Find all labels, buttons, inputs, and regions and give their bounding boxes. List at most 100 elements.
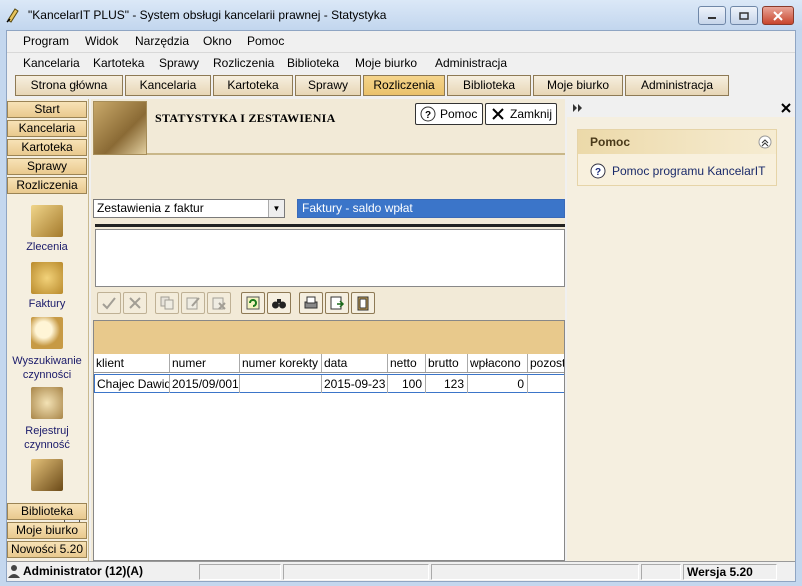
sidebar-button-sprawy[interactable]: Sprawy bbox=[7, 158, 87, 175]
help-panel-titlebar bbox=[567, 99, 795, 117]
maximize-button[interactable] bbox=[730, 6, 758, 25]
column-header-klient[interactable]: klient bbox=[94, 354, 170, 372]
close-window-button[interactable] bbox=[762, 6, 794, 25]
cancel-icon bbox=[129, 297, 141, 309]
edit-button[interactable] bbox=[181, 292, 205, 314]
tab-sprawy[interactable]: Sprawy bbox=[295, 75, 361, 96]
module-menu-kancelaria[interactable]: Kancelaria bbox=[23, 56, 80, 70]
binoculars-icon bbox=[272, 299, 286, 309]
search-button[interactable] bbox=[267, 292, 291, 314]
tab-kancelaria[interactable]: Kancelaria bbox=[125, 75, 211, 96]
copy-button[interactable] bbox=[155, 292, 179, 314]
cell-data: 2015-09-23 bbox=[322, 375, 388, 393]
table-row[interactable]: Chajec Dawid 2015/09/001 2015-09-23 100 … bbox=[94, 374, 564, 393]
help-program-link[interactable]: ? Pomoc programu KancelarIT bbox=[590, 162, 765, 180]
module-menu-rozliczenia[interactable]: Rozliczenia bbox=[213, 56, 274, 70]
delete-icon bbox=[212, 297, 226, 310]
ok-check-icon bbox=[102, 297, 116, 310]
app-logo-icon bbox=[6, 8, 19, 23]
report-description-area[interactable] bbox=[95, 229, 565, 287]
sidebar-item-label: Faktury bbox=[28, 298, 66, 310]
report-type-select[interactable]: Faktury - saldo wpłat bbox=[297, 199, 565, 218]
module-tabs: Strona główna Kancelaria Kartoteka Spraw… bbox=[7, 73, 795, 96]
restore-icon bbox=[739, 11, 749, 20]
sidebar-button-kancelaria[interactable]: Kancelaria bbox=[7, 120, 87, 137]
help-icon: ? bbox=[420, 106, 436, 122]
help-section-title: Pomoc bbox=[590, 135, 631, 149]
report-button[interactable] bbox=[351, 292, 375, 314]
help-button-label: Pomoc bbox=[440, 107, 478, 121]
menu-okno[interactable]: Okno bbox=[203, 34, 232, 48]
module-menu-kartoteka[interactable]: Kartoteka bbox=[93, 56, 144, 70]
status-cell bbox=[431, 564, 639, 580]
tab-kartoteka[interactable]: Kartoteka bbox=[213, 75, 293, 96]
minimize-button[interactable] bbox=[698, 6, 726, 25]
sidebar-button-nowosci[interactable]: Nowości 5.20 bbox=[7, 541, 87, 558]
cell-klient: Chajec Dawid bbox=[97, 375, 170, 393]
column-header-numer-korekty[interactable]: numer korekty bbox=[240, 354, 322, 372]
sidebar-item-label: Zlecenia bbox=[26, 241, 68, 253]
separator bbox=[95, 224, 565, 227]
svg-text:?: ? bbox=[595, 167, 601, 178]
status-user-text: Administrator (12)(A) bbox=[23, 564, 144, 578]
module-menu-sprawy[interactable]: Sprawy bbox=[159, 56, 199, 70]
book-icon[interactable] bbox=[31, 459, 63, 491]
grid-toolbar bbox=[93, 292, 565, 316]
help-icon: ? bbox=[590, 163, 606, 179]
results-table[interactable]: klient numer numer korekty data netto br… bbox=[93, 320, 565, 561]
column-header-pozostalo[interactable]: pozosta bbox=[528, 354, 564, 372]
column-header-brutto[interactable]: brutto bbox=[426, 354, 468, 372]
menu-pomoc[interactable]: Pomoc bbox=[247, 34, 284, 48]
table-header-row: klient numer numer korekty data netto br… bbox=[94, 354, 564, 373]
sidebar-button-start[interactable]: Start bbox=[7, 101, 87, 118]
export-icon bbox=[330, 296, 345, 310]
sidebar-button-biblioteka[interactable]: Biblioteka bbox=[7, 503, 87, 520]
fountain-pen-icon bbox=[31, 205, 63, 237]
sidebar-button-kartoteka[interactable]: Kartoteka bbox=[7, 139, 87, 156]
report-group-select[interactable]: Zestawienia z faktur ▼ bbox=[93, 199, 285, 218]
module-menu-biblioteka[interactable]: Biblioteka bbox=[287, 56, 339, 70]
sidebar-item-label-line1: Rejestruj bbox=[25, 425, 69, 437]
delete-button[interactable] bbox=[207, 292, 231, 314]
cell-numer: 2015/09/001 bbox=[172, 375, 240, 393]
export-button[interactable] bbox=[325, 292, 349, 314]
expand-arrows-icon[interactable] bbox=[573, 104, 583, 112]
tab-rozliczenia[interactable]: Rozliczenia bbox=[363, 75, 445, 96]
close-button[interactable]: Zamknij bbox=[485, 103, 557, 125]
cell-pozostalo bbox=[528, 375, 564, 393]
close-icon bbox=[773, 10, 783, 21]
refresh-button[interactable] bbox=[241, 292, 265, 314]
module-menu-moje-biurko[interactable]: Moje biurko bbox=[355, 56, 417, 70]
menu-widok[interactable]: Widok bbox=[85, 34, 118, 48]
clock-icon bbox=[31, 387, 63, 419]
window-title: "KancelarIT PLUS" - System obsługi kance… bbox=[28, 8, 387, 22]
column-header-data[interactable]: data bbox=[322, 354, 388, 372]
tab-strona-glowna[interactable]: Strona główna bbox=[15, 75, 123, 96]
help-panel-body: Pomoc ? Pomoc programu KancelarIT bbox=[567, 117, 795, 561]
coins-icon bbox=[31, 262, 63, 294]
status-cell bbox=[283, 564, 429, 580]
module-menu-administracja[interactable]: Administracja bbox=[435, 56, 507, 70]
title-bar: "KancelarIT PLUS" - System obsługi kance… bbox=[0, 0, 802, 30]
status-user: Administrator (12)(A) bbox=[7, 564, 197, 580]
main-menu-bar: Program Widok Narzędzia Okno Pomoc bbox=[7, 31, 795, 51]
tab-moje-biurko[interactable]: Moje biurko bbox=[533, 75, 623, 96]
tab-biblioteka[interactable]: Biblioteka bbox=[447, 75, 531, 96]
menu-narzedzia[interactable]: Narzędzia bbox=[135, 34, 189, 48]
ok-button[interactable] bbox=[97, 292, 121, 314]
column-header-wplacono[interactable]: wpłacono bbox=[468, 354, 528, 372]
collapse-icon[interactable] bbox=[758, 135, 772, 149]
help-button[interactable]: ? Pomoc bbox=[415, 103, 483, 125]
menu-program[interactable]: Program bbox=[23, 34, 69, 48]
sidebar-button-moje-biurko[interactable]: Moje biurko bbox=[7, 522, 87, 539]
close-panel-icon[interactable] bbox=[781, 103, 791, 113]
cancel-button[interactable] bbox=[123, 292, 147, 314]
help-section-header[interactable]: Pomoc bbox=[578, 130, 776, 154]
help-section: Pomoc ? Pomoc programu KancelarIT bbox=[577, 129, 777, 186]
cell-numer-korekty bbox=[240, 375, 322, 393]
tab-administracja[interactable]: Administracja bbox=[625, 75, 729, 96]
column-header-netto[interactable]: netto bbox=[388, 354, 426, 372]
print-button[interactable] bbox=[299, 292, 323, 314]
sidebar-button-rozliczenia[interactable]: Rozliczenia bbox=[7, 177, 87, 194]
column-header-numer[interactable]: numer bbox=[170, 354, 240, 372]
